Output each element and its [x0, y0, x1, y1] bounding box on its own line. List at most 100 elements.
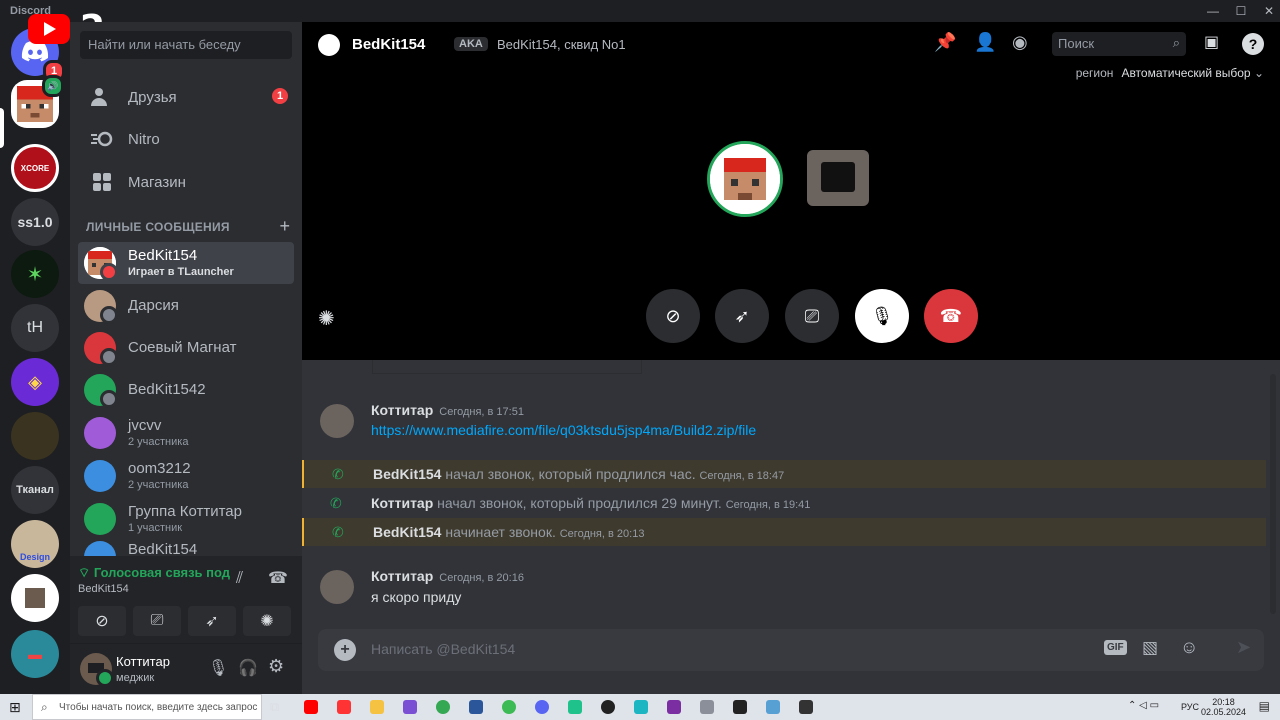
dm-item-jvcvv[interactable]: jvcvv 2 участника: [78, 412, 294, 454]
voice-connection-panel: ⌔ Голосовая связь под BedKit154 ⫽ ☎ ⊘ ⎚ …: [70, 556, 302, 644]
discord-icon: [21, 41, 49, 62]
message-avatar: [320, 404, 354, 438]
camera-off-icon: ⊘: [665, 305, 681, 326]
chat-scrollbar[interactable]: [1270, 374, 1276, 614]
language-indicator[interactable]: РУС: [1181, 702, 1199, 712]
noise-suppression-icon[interactable]: ⫽: [236, 570, 243, 588]
word-app-icon[interactable]: [469, 700, 483, 714]
winrar-app-icon[interactable]: [667, 700, 681, 714]
microphone-icon: 🎙: [870, 305, 894, 326]
minimize-button[interactable]: —: [1198, 2, 1228, 20]
settings-gear-icon[interactable]: ⚙: [268, 656, 284, 677]
nav-nitro[interactable]: Nitro: [78, 118, 294, 160]
app-icon[interactable]: [634, 700, 648, 714]
profile-icon[interactable]: ◉: [1012, 32, 1028, 53]
user-avatar[interactable]: [80, 653, 114, 687]
dm-item-soevy-magnat[interactable]: Соевый Магнат: [78, 327, 294, 369]
microphone-button[interactable]: 🎙: [855, 289, 909, 343]
message-composer[interactable]: + Написать @BedKit154 GIF ▧ ☺ ➤: [318, 629, 1264, 671]
server-gd[interactable]: ◈: [11, 358, 59, 406]
send-icon[interactable]: ➤: [1236, 637, 1251, 658]
microphone-icon[interactable]: 🎙: [208, 658, 228, 678]
server-dark[interactable]: [11, 412, 59, 460]
call-log-row: ✆ BedKit154 начинает звонок. Сегодня, в …: [302, 518, 1266, 546]
search-icon: ⌕: [41, 700, 48, 714]
windows-start-icon[interactable]: ⊞: [9, 699, 21, 716]
message-link[interactable]: https://www.mediafire.com/file/q03ktsdu5…: [371, 422, 756, 438]
taskbar-search[interactable]: ⌕ Чтобы начать поиск, введите здесь запро…: [32, 694, 262, 720]
soundboard-icon[interactable]: ✺: [318, 306, 335, 331]
help-icon[interactable]: ?: [1242, 33, 1264, 55]
yandex-app-icon[interactable]: [337, 700, 351, 714]
chrome-app-icon[interactable]: [436, 700, 450, 714]
dm-item-darsia[interactable]: Дарсия: [78, 285, 294, 327]
utorrent-app-icon[interactable]: [502, 700, 516, 714]
region-selector[interactable]: регион Автоматический выбор ⌄: [1076, 66, 1264, 80]
youtube-overlay-icon: [28, 14, 70, 44]
headphones-icon[interactable]: 🎧: [238, 658, 258, 678]
tray-icons[interactable]: ⌃ ◁ ▭: [1128, 700, 1159, 711]
message-input[interactable]: Написать @BedKit154: [371, 641, 515, 657]
app-icon[interactable]: [700, 700, 714, 714]
discord-app-icon[interactable]: [535, 700, 549, 714]
dm-item-oom3212[interactable]: oom3212 2 участника: [78, 455, 294, 497]
emoji-icon[interactable]: ☺: [1180, 637, 1198, 658]
dm-item-group-kottitar[interactable]: Группа Коттитар 1 участник: [78, 498, 294, 540]
inbox-icon[interactable]: ▣: [1204, 32, 1219, 52]
activity-button[interactable]: ➶: [715, 289, 769, 343]
pin-icon[interactable]: 📌: [934, 32, 956, 53]
chevron-down-icon: ⌄: [1253, 66, 1264, 80]
message-list: Коттитар Сегодня, в 17:51 https://www.med…: [302, 360, 1280, 620]
close-button[interactable]: ✕: [1254, 2, 1280, 20]
obs-app-icon[interactable]: [601, 700, 615, 714]
server-ss10[interactable]: ss1.0: [11, 198, 59, 246]
clock[interactable]: 20:18 02.05.2024: [1201, 697, 1246, 717]
screen-share-button[interactable]: ⎚: [133, 606, 181, 636]
server-tkanal[interactable]: Тканал: [11, 466, 59, 514]
explorer-app-icon[interactable]: [370, 700, 384, 714]
activity-button[interactable]: ➶: [188, 606, 236, 636]
notification-icon[interactable]: ▤: [1259, 699, 1270, 713]
dm-avatar-item[interactable]: 🔊: [11, 75, 64, 128]
channel-header: BedKit154 AKA BedKit154, сквид No1 📌 👤 ◉…: [302, 22, 1280, 66]
capcut-app-icon[interactable]: [733, 700, 747, 714]
create-dm-plus-icon[interactable]: +: [279, 216, 290, 237]
participant-kottitar[interactable]: [807, 150, 869, 206]
dm-section-header: ЛИЧНЫЕ СООБЩЕНИЯ: [86, 220, 230, 234]
visual-studio-app-icon[interactable]: [403, 700, 417, 714]
attach-plus-icon[interactable]: +: [334, 639, 356, 661]
server-xcore[interactable]: XCORE: [11, 144, 59, 192]
minecraft-avatar-icon: [710, 144, 780, 214]
task-view-icon[interactable]: ⧉: [270, 699, 279, 715]
youtube-app-icon[interactable]: [304, 700, 318, 714]
soundboard-button[interactable]: ✺: [243, 606, 291, 636]
notepad-app-icon[interactable]: [766, 700, 780, 714]
nav-friends[interactable]: Друзья 1: [78, 76, 294, 118]
dm-item-bedkit154[interactable]: BedKit154 Играет в TLauncher: [78, 242, 294, 284]
camera-off-button[interactable]: ⊘: [78, 606, 126, 636]
dm-search-input[interactable]: Найти или начать беседу: [80, 31, 292, 59]
server-teal[interactable]: ▬: [11, 630, 59, 678]
server-cat[interactable]: Design: [11, 520, 59, 568]
add-friend-icon[interactable]: 👤: [974, 32, 996, 53]
disconnect-icon[interactable]: ☎: [268, 568, 288, 588]
offline-status-icon: [100, 348, 118, 366]
participant-bedkit154[interactable]: [707, 141, 783, 217]
screen-share-button[interactable]: ⎚: [785, 289, 839, 343]
sticker-icon[interactable]: ▧: [1142, 638, 1158, 658]
camera-toggle-button[interactable]: ⊘: [646, 289, 700, 343]
robot-icon: [25, 588, 45, 608]
maximize-button[interactable]: ☐: [1226, 2, 1256, 20]
app-icon[interactable]: [799, 700, 813, 714]
message-avatar: [320, 570, 354, 604]
dm-item-bedkit1542[interactable]: BedKit1542: [78, 369, 294, 411]
gif-button[interactable]: GIF: [1104, 640, 1127, 655]
header-search-input[interactable]: Поиск ⌕: [1052, 32, 1186, 56]
app-icon[interactable]: [568, 700, 582, 714]
server-pair[interactable]: [11, 574, 59, 622]
end-call-button[interactable]: ☎: [924, 289, 978, 343]
call-log-row: ✆ BedKit154 начал звонок, который продли…: [302, 460, 1266, 488]
server-th[interactable]: tH: [11, 304, 59, 352]
server-green[interactable]: ✶: [11, 250, 59, 298]
nav-shop[interactable]: Магазин: [78, 161, 294, 203]
